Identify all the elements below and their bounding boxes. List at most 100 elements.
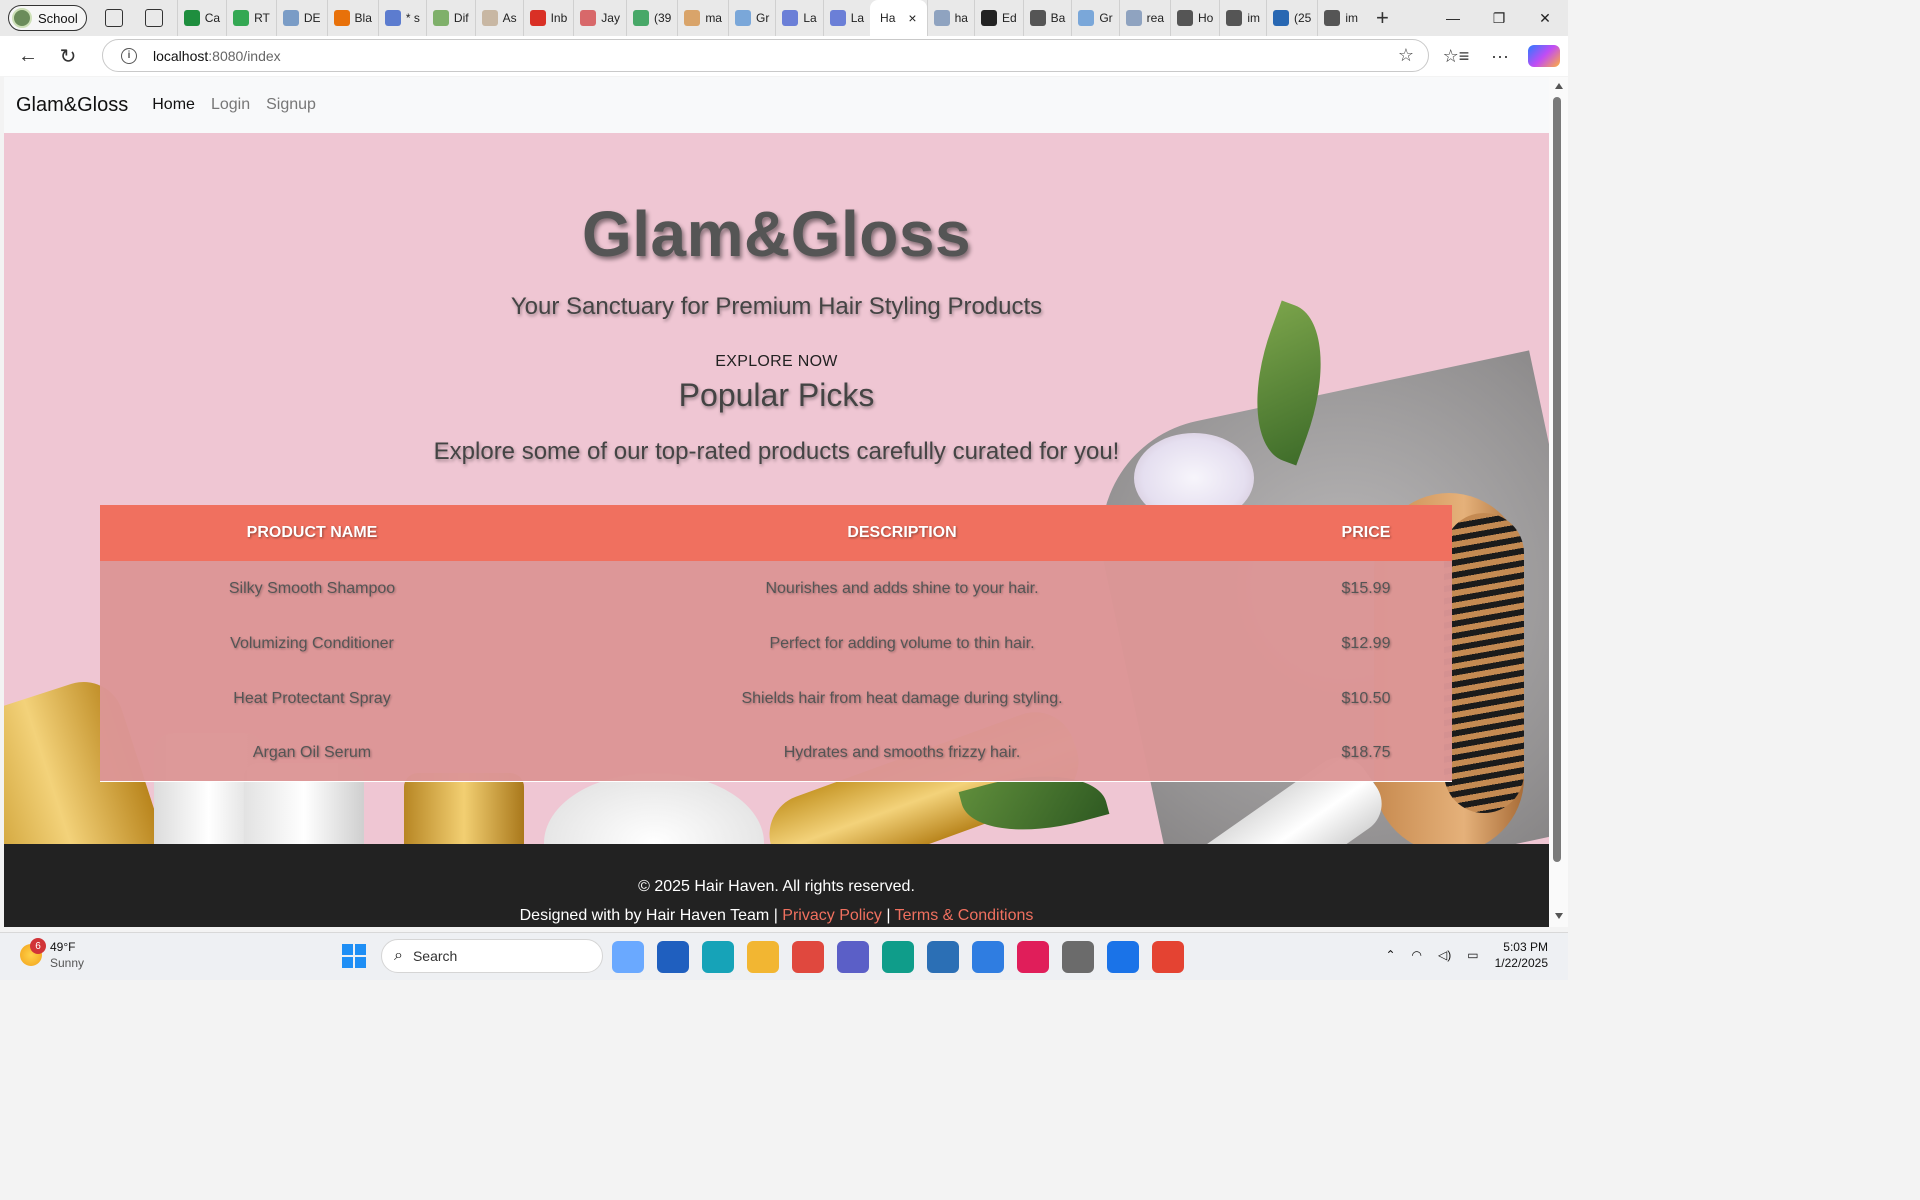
hero-tagline: Your Sanctuary for Premium Hair Styling … xyxy=(510,293,1043,320)
tab-favicon-icon xyxy=(782,10,799,26)
description-cell: Perfect for adding volume to thin hair. xyxy=(524,616,1280,671)
settings-icon[interactable] xyxy=(1062,941,1094,973)
table-row: Heat Protectant Spray Shields hair from … xyxy=(100,671,1452,726)
page-scrollbar[interactable] xyxy=(1549,77,1568,927)
page-viewport: Glam&Gloss Home Login Signup Glam&Gloss … xyxy=(4,77,1549,927)
maps-icon[interactable] xyxy=(1107,941,1139,973)
tab-label: Ho xyxy=(1198,11,1214,25)
tab-label: Bla xyxy=(354,11,372,25)
browser-tab[interactable]: RT xyxy=(226,0,276,36)
workspaces-icon[interactable] xyxy=(104,9,123,27)
nav-home[interactable]: Home xyxy=(152,96,195,114)
minimize-button[interactable]: — xyxy=(1430,0,1476,36)
browser-tab[interactable]: (39 xyxy=(625,0,677,36)
intellij-icon[interactable] xyxy=(1152,941,1184,973)
product-name-cell: Volumizing Conditioner xyxy=(100,616,524,671)
wifi-icon[interactable]: ◠ xyxy=(1412,948,1422,962)
close-tab-icon[interactable]: × xyxy=(908,10,916,26)
explorer-icon[interactable] xyxy=(747,941,779,973)
browser-tab[interactable]: DE xyxy=(275,0,327,36)
tab-favicon-icon xyxy=(333,10,350,26)
site-info-icon[interactable]: i xyxy=(121,47,137,64)
chrome-icon[interactable] xyxy=(792,941,824,973)
table-row: Argan Oil Serum Hydrates and smooths fri… xyxy=(100,726,1452,782)
products-table: PRODUCT NAME DESCRIPTION PRICE Silky Smo… xyxy=(100,505,1452,782)
app-icon[interactable] xyxy=(702,941,734,973)
notepad-icon[interactable] xyxy=(972,941,1004,973)
scroll-down-arrow[interactable] xyxy=(1555,913,1563,919)
start-button[interactable] xyxy=(342,944,366,968)
browser-tab[interactable]: La xyxy=(822,0,870,36)
browser-tab[interactable]: im xyxy=(1219,0,1266,36)
more-menu-icon[interactable]: ··· xyxy=(1484,46,1516,67)
weather-widget[interactable]: 6 49°F Sunny xyxy=(20,938,84,971)
browser-tab[interactable]: Ca xyxy=(176,0,226,36)
gold-cap-decoration xyxy=(404,773,524,844)
tab-label: Gr xyxy=(755,11,770,25)
reload-button[interactable]: ↻ xyxy=(48,36,88,76)
vscode-icon[interactable] xyxy=(927,941,959,973)
favorites-icon[interactable]: ☆≡ xyxy=(1440,46,1472,67)
hero-section: Glam&Gloss Your Sanctuary for Premium Ha… xyxy=(4,133,1549,844)
slack-icon[interactable] xyxy=(1017,941,1049,973)
browser-tab[interactable]: La xyxy=(775,0,822,36)
nav-login[interactable]: Login xyxy=(211,96,250,114)
teams-icon[interactable] xyxy=(837,941,869,973)
favorite-star-icon[interactable]: ☆ xyxy=(1398,45,1414,66)
privacy-policy-link[interactable]: Privacy Policy xyxy=(782,907,882,924)
site-brand[interactable]: Glam&Gloss xyxy=(16,94,128,117)
browser-tab[interactable]: As xyxy=(474,0,523,36)
footer-credits: Designed with by Hair Haven Team | Priva… xyxy=(4,901,1549,927)
browser-tab[interactable]: ma xyxy=(677,0,728,36)
store-icon[interactable] xyxy=(657,941,689,973)
window-controls: — ❐ ✕ xyxy=(1430,0,1568,36)
explore-now-label[interactable]: EXPLORE NOW xyxy=(4,353,1549,371)
browser-tab[interactable]: Dif xyxy=(425,0,475,36)
search-label: Search xyxy=(412,948,458,964)
browser-tab[interactable]: (25 xyxy=(1266,0,1317,36)
tab-favicon-icon xyxy=(1324,10,1341,26)
copilot-icon[interactable] xyxy=(1528,45,1560,67)
browser-tab[interactable]: im xyxy=(1317,0,1364,36)
terms-conditions-link[interactable]: Terms & Conditions xyxy=(895,907,1034,924)
edge-icon[interactable] xyxy=(882,941,914,973)
close-window-button[interactable]: ✕ xyxy=(1522,0,1568,36)
browser-tab[interactable]: Ba xyxy=(1022,0,1072,36)
tab-label: La xyxy=(803,11,817,25)
footer-designed-by: Designed with by Hair Haven Team xyxy=(519,907,770,924)
browser-tab[interactable]: Inb xyxy=(522,0,574,36)
taskbar-search[interactable]: ⌕ Search xyxy=(381,939,603,973)
browser-tab[interactable]: Bla xyxy=(326,0,378,36)
browser-tab-active[interactable]: Ha × xyxy=(870,0,927,36)
new-tab-button[interactable]: + xyxy=(1376,5,1389,31)
popular-picks-heading: Popular Picks xyxy=(678,377,875,413)
clock[interactable]: 5:03 PM 1/22/2025 xyxy=(1495,939,1548,971)
browser-tab[interactable]: rea xyxy=(1118,0,1170,36)
tab-actions-icon[interactable] xyxy=(144,9,163,27)
browser-tab[interactable]: ha xyxy=(926,0,974,36)
tab-label: Inb xyxy=(550,11,568,25)
tab-label: rea xyxy=(1146,11,1164,25)
copilot-icon[interactable] xyxy=(612,941,644,973)
scroll-up-arrow[interactable] xyxy=(1555,83,1563,89)
nav-signup[interactable]: Signup xyxy=(266,96,316,114)
browser-tab[interactable]: Ho xyxy=(1170,0,1219,36)
battery-icon[interactable]: ▭ xyxy=(1467,948,1478,962)
volume-icon[interactable]: ◁) xyxy=(1438,948,1451,962)
description-cell: Hydrates and smooths frizzy hair. xyxy=(524,726,1280,782)
profile-button[interactable]: School xyxy=(8,5,87,31)
browser-tab[interactable]: Gr xyxy=(727,0,775,36)
tab-favicon-icon xyxy=(933,10,950,26)
restore-button[interactable]: ❐ xyxy=(1476,0,1522,36)
browser-tab[interactable]: * s xyxy=(377,0,426,36)
address-bar[interactable]: i localhost:8080/index ☆ xyxy=(102,39,1429,72)
back-button[interactable]: ← xyxy=(8,36,48,76)
url-text[interactable]: localhost:8080/index xyxy=(153,48,281,64)
browser-tab[interactable]: Jay xyxy=(573,0,626,36)
show-hidden-icons[interactable]: ⌃ xyxy=(1385,948,1395,962)
browser-tab[interactable]: Ed xyxy=(973,0,1023,36)
product-name-cell: Heat Protectant Spray xyxy=(100,671,524,726)
hero-title: Glam&Gloss xyxy=(581,198,972,270)
browser-tab[interactable]: Gr xyxy=(1071,0,1118,36)
scroll-thumb[interactable] xyxy=(1553,97,1561,862)
